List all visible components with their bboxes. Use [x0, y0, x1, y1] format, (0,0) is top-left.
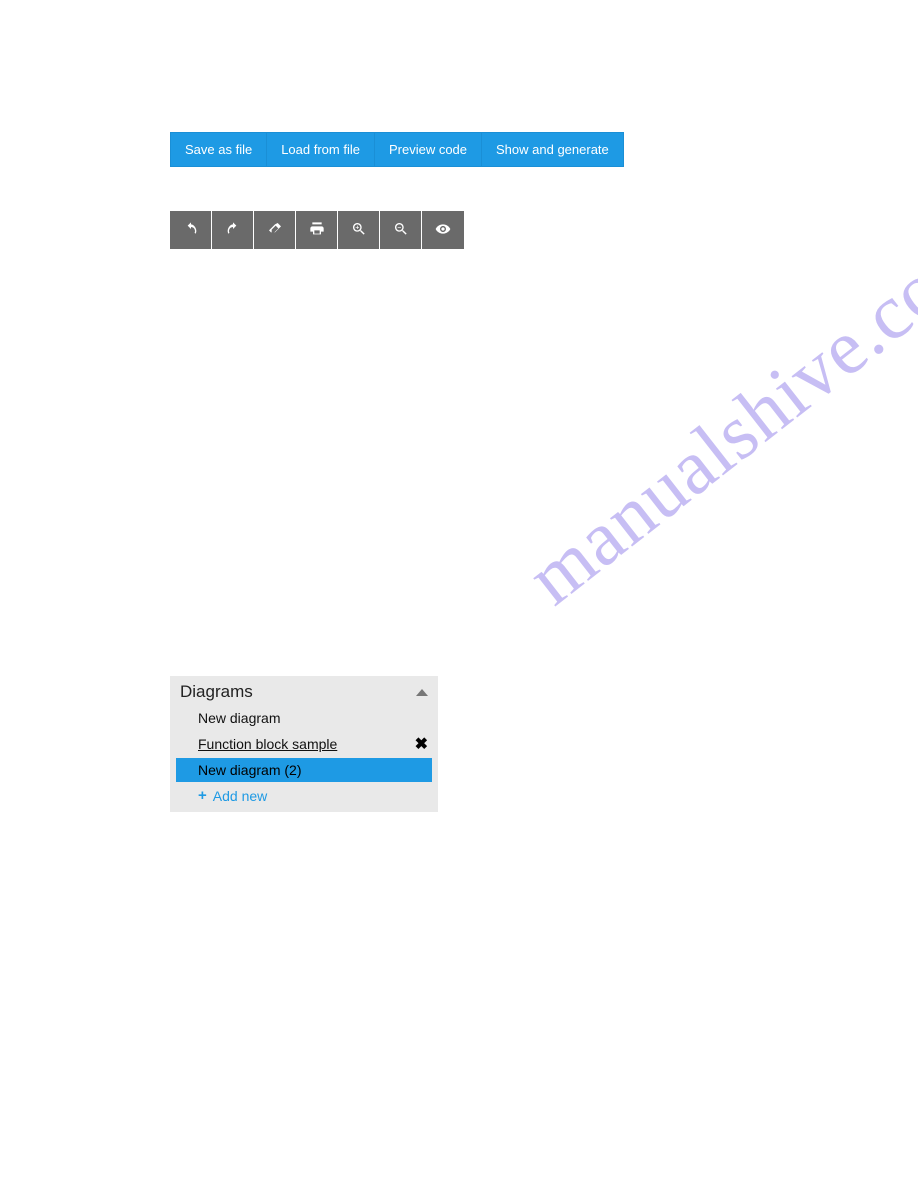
eye-icon — [435, 221, 451, 240]
diagrams-panel-title: Diagrams — [180, 682, 253, 702]
diagram-item-label: Function block sample — [198, 736, 337, 752]
zoom-out-icon — [393, 221, 409, 240]
diagram-item-label: New diagram (2) — [198, 762, 301, 778]
zoom-in-icon — [351, 221, 367, 240]
diagram-item-label: New diagram — [198, 710, 280, 726]
add-new-label: Add new — [213, 788, 267, 804]
undo-button[interactable] — [170, 211, 212, 249]
zoom-out-button[interactable] — [380, 211, 422, 249]
close-icon[interactable]: ✖ — [415, 734, 428, 754]
plus-icon: + — [198, 787, 207, 804]
view-button[interactable] — [422, 211, 464, 249]
zoom-in-button[interactable] — [338, 211, 380, 249]
redo-icon — [225, 221, 241, 240]
collapse-icon — [416, 689, 428, 696]
load-from-file-button[interactable]: Load from file — [267, 133, 375, 166]
diagrams-panel: Diagrams New diagram Function block samp… — [170, 676, 438, 812]
print-icon — [309, 221, 325, 240]
add-new-diagram-button[interactable]: + Add new — [170, 782, 438, 812]
print-button[interactable] — [296, 211, 338, 249]
icon-toolbar — [170, 211, 624, 249]
undo-icon — [183, 221, 199, 240]
diagram-item[interactable]: Function block sample ✖ — [170, 730, 438, 758]
preview-code-button[interactable]: Preview code — [375, 133, 482, 166]
eraser-icon — [267, 221, 283, 240]
primary-toolbar: Save as file Load from file Preview code… — [170, 132, 624, 167]
diagram-item[interactable]: New diagram — [170, 706, 438, 730]
eraser-button[interactable] — [254, 211, 296, 249]
save-as-file-button[interactable]: Save as file — [171, 133, 267, 166]
show-and-generate-button[interactable]: Show and generate — [482, 133, 623, 166]
diagrams-panel-header[interactable]: Diagrams — [170, 676, 438, 706]
diagram-item-selected[interactable]: New diagram (2) — [176, 758, 432, 782]
redo-button[interactable] — [212, 211, 254, 249]
